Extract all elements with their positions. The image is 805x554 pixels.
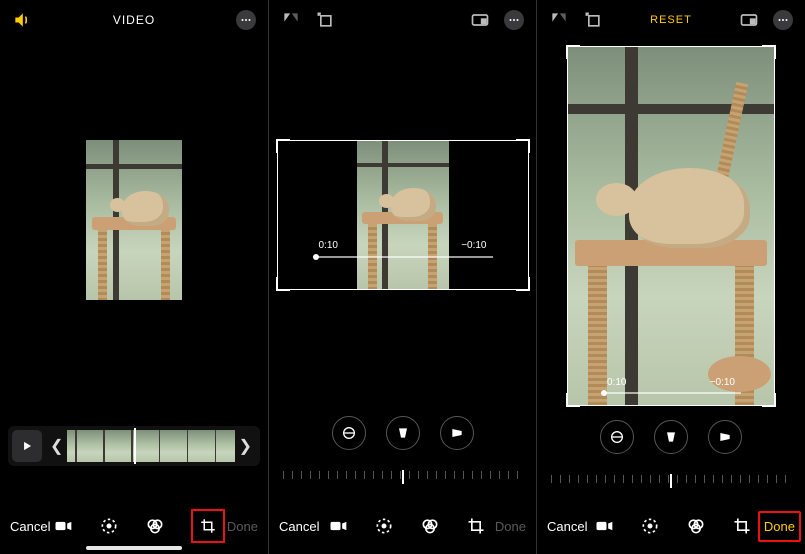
time-scrubber[interactable] [601,392,741,394]
time-scrubber[interactable] [313,256,493,258]
home-indicator [86,546,182,550]
time-end-label: −0:10 [710,377,735,388]
done-button: Done [495,519,526,534]
crop-handle-bl[interactable] [566,393,580,407]
crop-frame[interactable] [567,46,775,406]
reset-button[interactable]: RESET [603,14,739,26]
crop-handle-tl[interactable] [276,139,290,153]
crop-handle-bl[interactable] [276,277,290,291]
video-preview[interactable] [0,40,268,400]
vertical-perspective-button[interactable] [654,420,688,454]
angle-ruler[interactable] [283,460,522,486]
header-title: VIDEO [32,13,236,27]
video-mode-icon[interactable] [594,516,614,536]
video-mode-icon[interactable] [328,516,348,536]
crop-canvas[interactable]: 0:10 −0:10 [567,46,775,406]
topbar [269,0,536,40]
crop-handle-tr[interactable] [762,45,776,59]
timeline-filmstrip[interactable]: ❮ ❯ [8,426,260,466]
cancel-button[interactable]: Cancel [547,519,587,534]
adjust-icon[interactable] [99,516,119,536]
filters-icon[interactable] [145,516,165,536]
trim-handle-right[interactable]: ❯ [235,436,256,456]
bottom-bar: Cancel Done [537,498,805,554]
straighten-button[interactable] [332,416,366,450]
crop-handle-br[interactable] [516,277,530,291]
playhead[interactable] [134,428,136,464]
filters-icon[interactable] [420,516,440,536]
crop-rotate-icon[interactable] [191,509,225,543]
flip-vertical-icon[interactable] [281,10,301,30]
flip-vertical-icon[interactable] [549,10,569,30]
topbar: RESET [537,0,805,40]
done-button: Done [227,519,258,534]
play-button[interactable] [12,430,42,462]
topbar: VIDEO [0,0,268,40]
aspect-ratio-icon[interactable] [470,10,490,30]
bottom-bar: Cancel Done [269,498,536,554]
done-button[interactable]: Done [758,511,801,542]
panel-crop-portrait: RESET 0:10 −0:10 [536,0,805,554]
sound-icon[interactable] [12,10,32,30]
crop-frame[interactable] [277,140,529,290]
more-icon[interactable] [773,10,793,30]
vertical-perspective-button[interactable] [386,416,420,450]
trim-handle-left[interactable]: ❮ [46,436,67,456]
time-start-label: 0:10 [607,377,626,388]
crop-handle-br[interactable] [762,393,776,407]
adjust-icon[interactable] [640,516,660,536]
horizontal-perspective-button[interactable] [708,420,742,454]
time-end-label: −0:10 [461,240,486,251]
rotate-controls [269,416,536,450]
panel-edit-video: VIDEO ❮ ❯ Cancel [0,0,268,554]
rotate-controls [537,420,805,454]
time-start-label: 0:10 [319,240,338,251]
video-thumbnail [86,140,182,300]
edit-tools [53,509,225,543]
cancel-button[interactable]: Cancel [10,519,50,534]
aspect-ratio-icon[interactable] [739,10,759,30]
more-icon[interactable] [236,10,256,30]
crop-handle-tl[interactable] [566,45,580,59]
crop-canvas[interactable]: 0:10 −0:10 [277,140,529,290]
rotate-icon[interactable] [315,10,335,30]
crop-rotate-icon[interactable] [732,516,752,536]
edit-tools [594,516,752,536]
crop-rotate-icon[interactable] [466,516,486,536]
video-mode-icon[interactable] [53,516,73,536]
cancel-button[interactable]: Cancel [279,519,319,534]
more-icon[interactable] [504,10,524,30]
filters-icon[interactable] [686,516,706,536]
edit-tools [328,516,486,536]
crop-handle-tr[interactable] [516,139,530,153]
straighten-button[interactable] [600,420,634,454]
horizontal-perspective-button[interactable] [440,416,474,450]
adjust-icon[interactable] [374,516,394,536]
panel-crop-landscape: 0:10 −0:10 Cancel [268,0,536,554]
angle-ruler[interactable] [551,464,791,490]
rotate-icon[interactable] [583,10,603,30]
timeline-frames[interactable]: ❮ ❯ [46,430,256,462]
